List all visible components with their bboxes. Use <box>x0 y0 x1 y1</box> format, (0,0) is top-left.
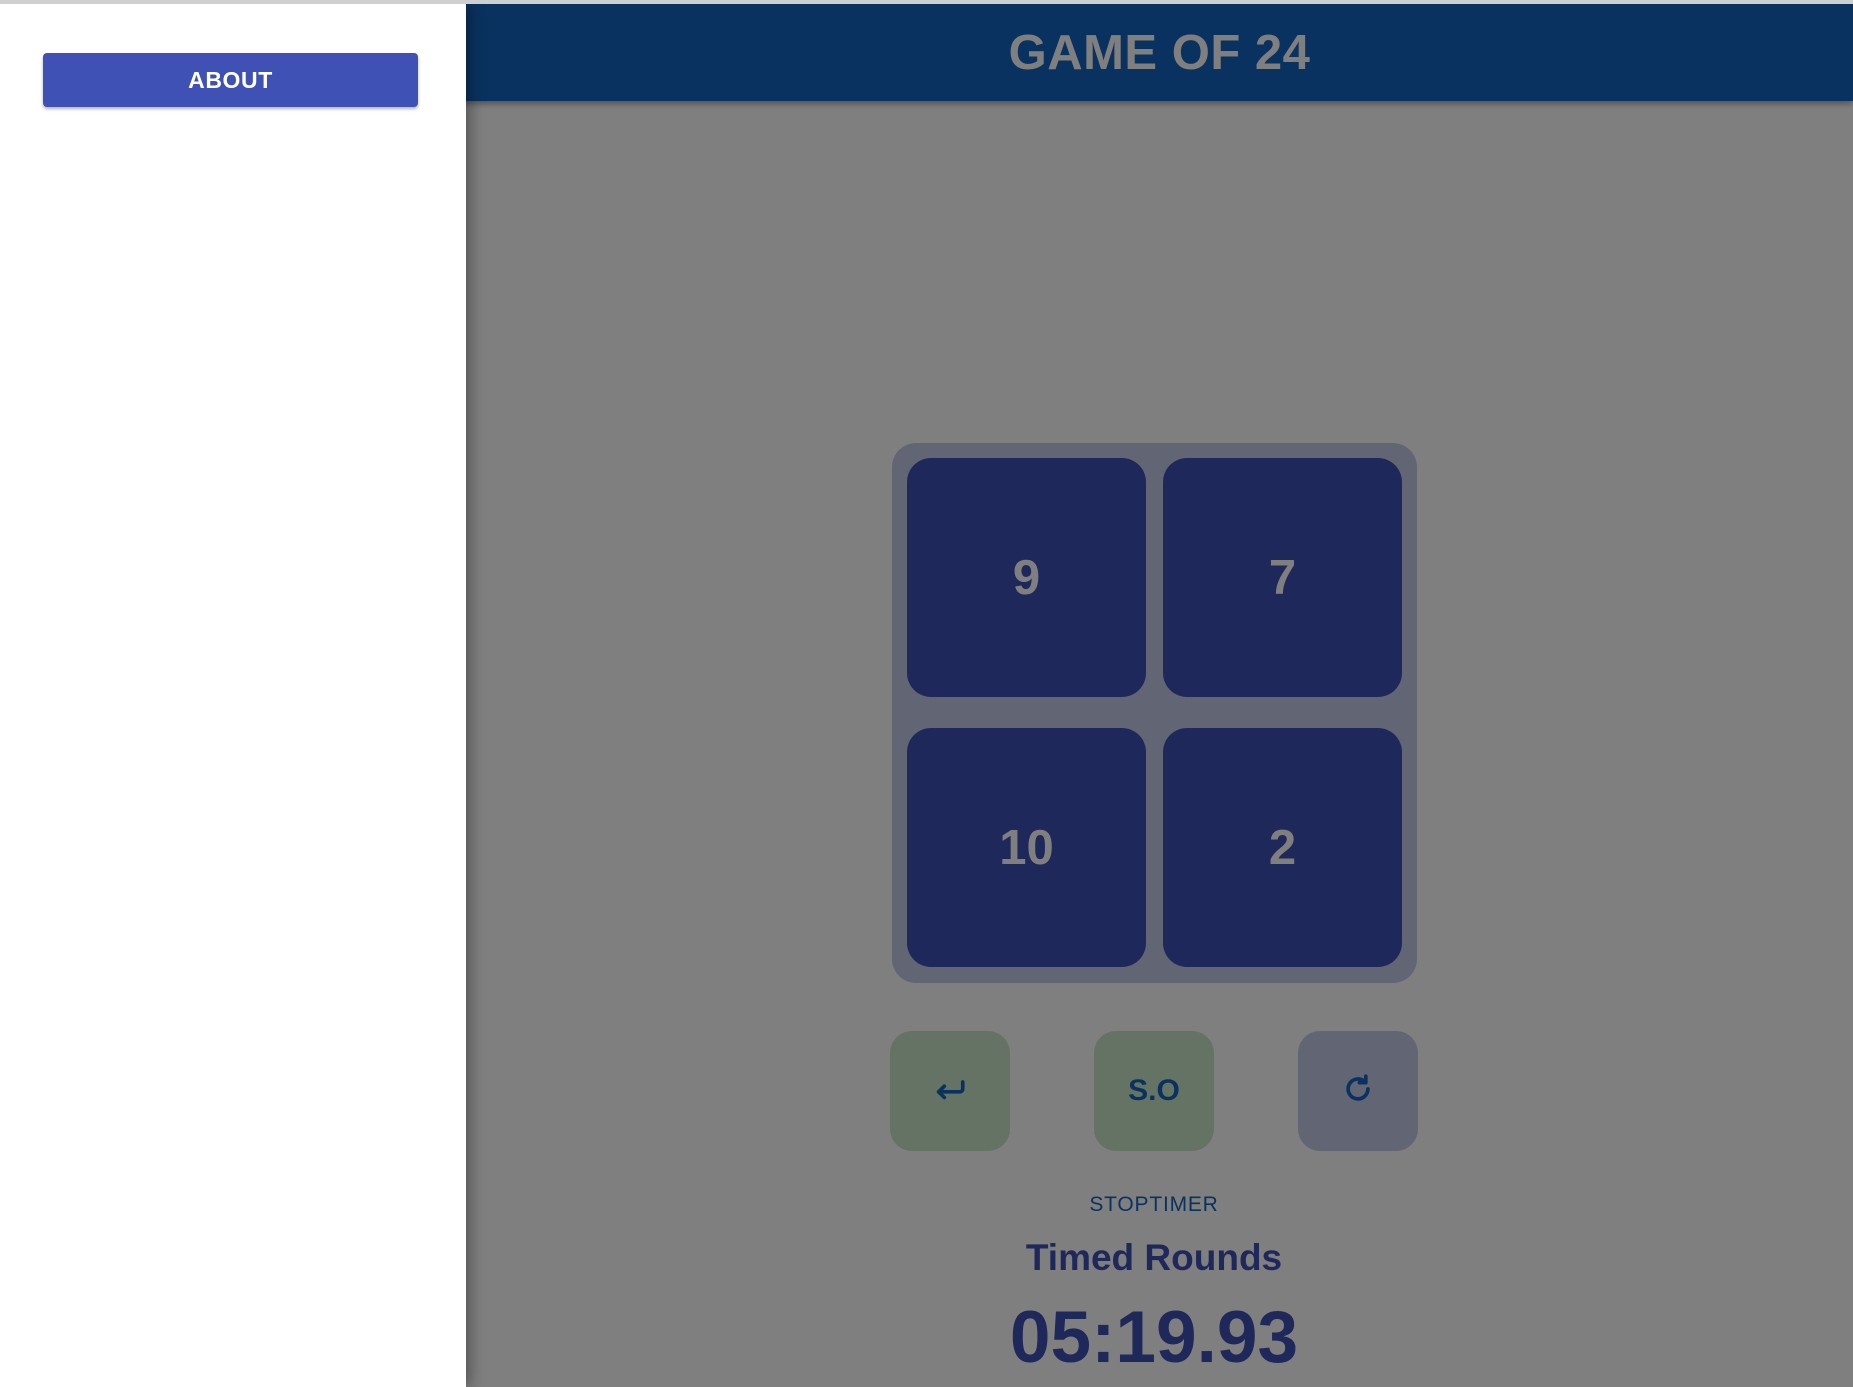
about-button[interactable]: ABOUT <box>43 53 418 107</box>
side-drawer: ABOUT <box>0 4 466 1387</box>
browser-top-edge <box>0 0 1853 4</box>
